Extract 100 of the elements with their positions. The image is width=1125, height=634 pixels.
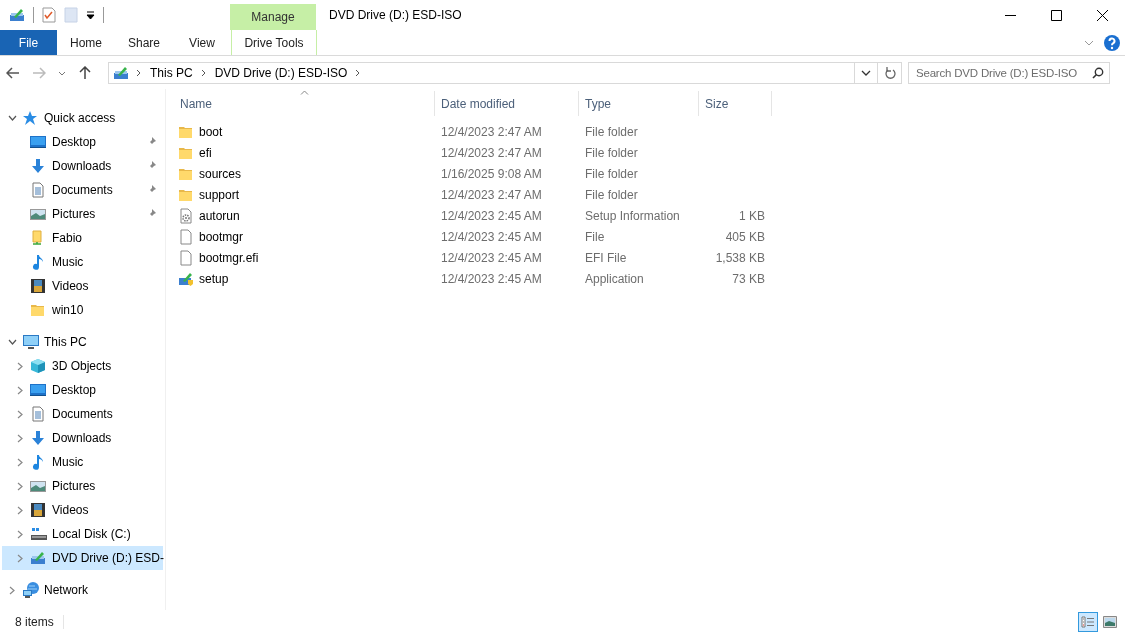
date-cell-text: 12/4/2023 2:47 AM: [440, 187, 543, 202]
date-cell-text: 12/4/2023 2:47 AM: [440, 145, 543, 160]
search-icon: [1092, 67, 1104, 79]
navigation-item[interactable]: Videos: [2, 274, 163, 298]
details-view-button[interactable]: [1078, 612, 1098, 632]
type-cell-text: File folder: [584, 124, 639, 139]
monitor-icon: [30, 134, 46, 150]
address-bar[interactable]: This PC DVD Drive (D:) ESD-ISO: [108, 62, 878, 84]
chevron-down-icon: [861, 70, 871, 76]
star-icon: [22, 110, 38, 126]
film-icon: [30, 502, 46, 518]
navigation-item[interactable]: Desktop: [2, 130, 163, 154]
up-arrow-icon: [79, 66, 91, 80]
monitor-icon: [30, 382, 46, 398]
gear-file-icon: [178, 207, 194, 224]
navigation-item[interactable]: Quick access: [2, 106, 163, 130]
type-cell-text: File folder: [584, 187, 639, 202]
checklist-icon: [42, 7, 56, 23]
maximize-icon: [1050, 9, 1062, 21]
navigation-item[interactable]: Network: [2, 578, 163, 602]
navigation-item[interactable]: Fabio: [2, 226, 163, 250]
file-name[interactable]: autorun: [199, 208, 240, 223]
file-name[interactable]: support: [199, 187, 240, 202]
folder-icon: [30, 302, 46, 318]
disc-drive-icon: [30, 550, 46, 566]
column-header[interactable]: Name: [174, 91, 435, 116]
chevron-down-icon: [58, 70, 66, 76]
column-header[interactable]: Type: [579, 91, 699, 116]
down-arrow-icon: [30, 430, 46, 446]
breadcrumb[interactable]: This PC: [149, 66, 194, 80]
chevron-right-icon: [200, 69, 207, 77]
file-name[interactable]: bootmgr.efi: [199, 250, 259, 265]
refresh-button[interactable]: [878, 62, 902, 84]
ribbon-tab[interactable]: Share: [115, 30, 173, 55]
down-arrow-icon: [30, 158, 46, 174]
navigation-item[interactable]: Desktop: [2, 378, 163, 402]
cube-icon: [30, 358, 46, 374]
file-name[interactable]: bootmgr: [199, 229, 244, 244]
file-name[interactable]: efi: [199, 145, 212, 160]
navigation-item[interactable]: 3D Objects: [2, 354, 163, 378]
navigation-item[interactable]: Downloads: [2, 426, 163, 450]
column-header[interactable]: Size: [699, 91, 772, 116]
file-icon: [178, 249, 194, 266]
drive-arrow-icon: [178, 270, 194, 287]
navigation-item[interactable]: Downloads: [2, 154, 163, 178]
ribbon-tab[interactable]: Home: [57, 30, 115, 55]
music-note-icon: [30, 454, 46, 470]
date-cell-text: 12/4/2023 2:45 AM: [440, 208, 543, 223]
navigation-item[interactable]: Music: [2, 250, 163, 274]
navigation-item[interactable]: Music: [2, 450, 163, 474]
picture-icon: [30, 478, 46, 494]
date-cell-text: 12/4/2023 2:45 AM: [440, 271, 543, 286]
item-count: 8 items: [15, 615, 64, 629]
hard-drive-icon: [30, 526, 48, 542]
forward-arrow-icon: [32, 67, 46, 79]
window-title: DVD Drive (D:) ESD-ISO: [329, 7, 463, 24]
back-arrow-icon: [6, 67, 20, 79]
navigation-item[interactable]: Pictures: [2, 474, 163, 498]
file-icon: [178, 228, 194, 245]
file-name[interactable]: sources: [199, 166, 242, 181]
document-icon: [30, 406, 46, 422]
size-cell-text: 1,538 KB: [714, 250, 766, 265]
computer-icon: [22, 334, 40, 350]
navigation-item[interactable]: This PC: [2, 330, 163, 354]
navigation-item[interactable]: DVD Drive (D:) ESD-: [2, 546, 163, 570]
navigation-item[interactable]: Local Disk (C:): [2, 522, 163, 546]
file-name[interactable]: boot: [199, 124, 223, 139]
refresh-icon: [883, 66, 896, 80]
size-cell-text: 73 KB: [731, 271, 766, 286]
type-cell-text: File: [584, 229, 606, 244]
date-cell-text: 12/4/2023 2:47 AM: [440, 124, 543, 139]
disc-drive-icon: [9, 7, 25, 23]
date-cell-text: 1/16/2025 9:08 AM: [440, 166, 543, 181]
help-icon: [1104, 34, 1120, 51]
navigation-item[interactable]: Pictures: [2, 202, 163, 226]
chevron-right-icon: [136, 69, 142, 77]
search-field[interactable]: Search DVD Drive (D:) ESD-ISO: [908, 62, 1110, 84]
picture-icon: [1103, 616, 1117, 628]
size-cell-text: 1 KB: [738, 208, 766, 223]
close-icon: [1096, 9, 1108, 21]
document-icon: [30, 182, 46, 198]
size-cell-text: 405 KB: [724, 229, 766, 244]
navigation-item[interactable]: Documents: [2, 402, 163, 426]
sort-caret-icon: [300, 90, 309, 95]
chevron-right-icon: [355, 69, 362, 77]
date-cell-text: 12/4/2023 2:45 AM: [440, 250, 543, 265]
column-header[interactable]: Date modified: [435, 91, 579, 116]
navigation-item[interactable]: Documents: [2, 178, 163, 202]
type-cell-text: File folder: [584, 145, 639, 160]
navigation-item[interactable]: Videos: [2, 498, 163, 522]
expand-ribbon-icon: [1084, 39, 1094, 46]
type-cell-text: EFI File: [584, 250, 628, 265]
file-tab[interactable]: File: [0, 30, 57, 55]
picture-icon: [30, 206, 46, 222]
ribbon-tab[interactable]: View: [173, 30, 231, 55]
type-cell-text: File folder: [584, 166, 639, 181]
breadcrumb[interactable]: DVD Drive (D:) ESD-ISO: [213, 66, 349, 80]
navigation-item[interactable]: win10: [2, 298, 163, 322]
file-name[interactable]: setup: [199, 271, 229, 286]
contextual-tab-group-label: Manage: [230, 4, 316, 30]
